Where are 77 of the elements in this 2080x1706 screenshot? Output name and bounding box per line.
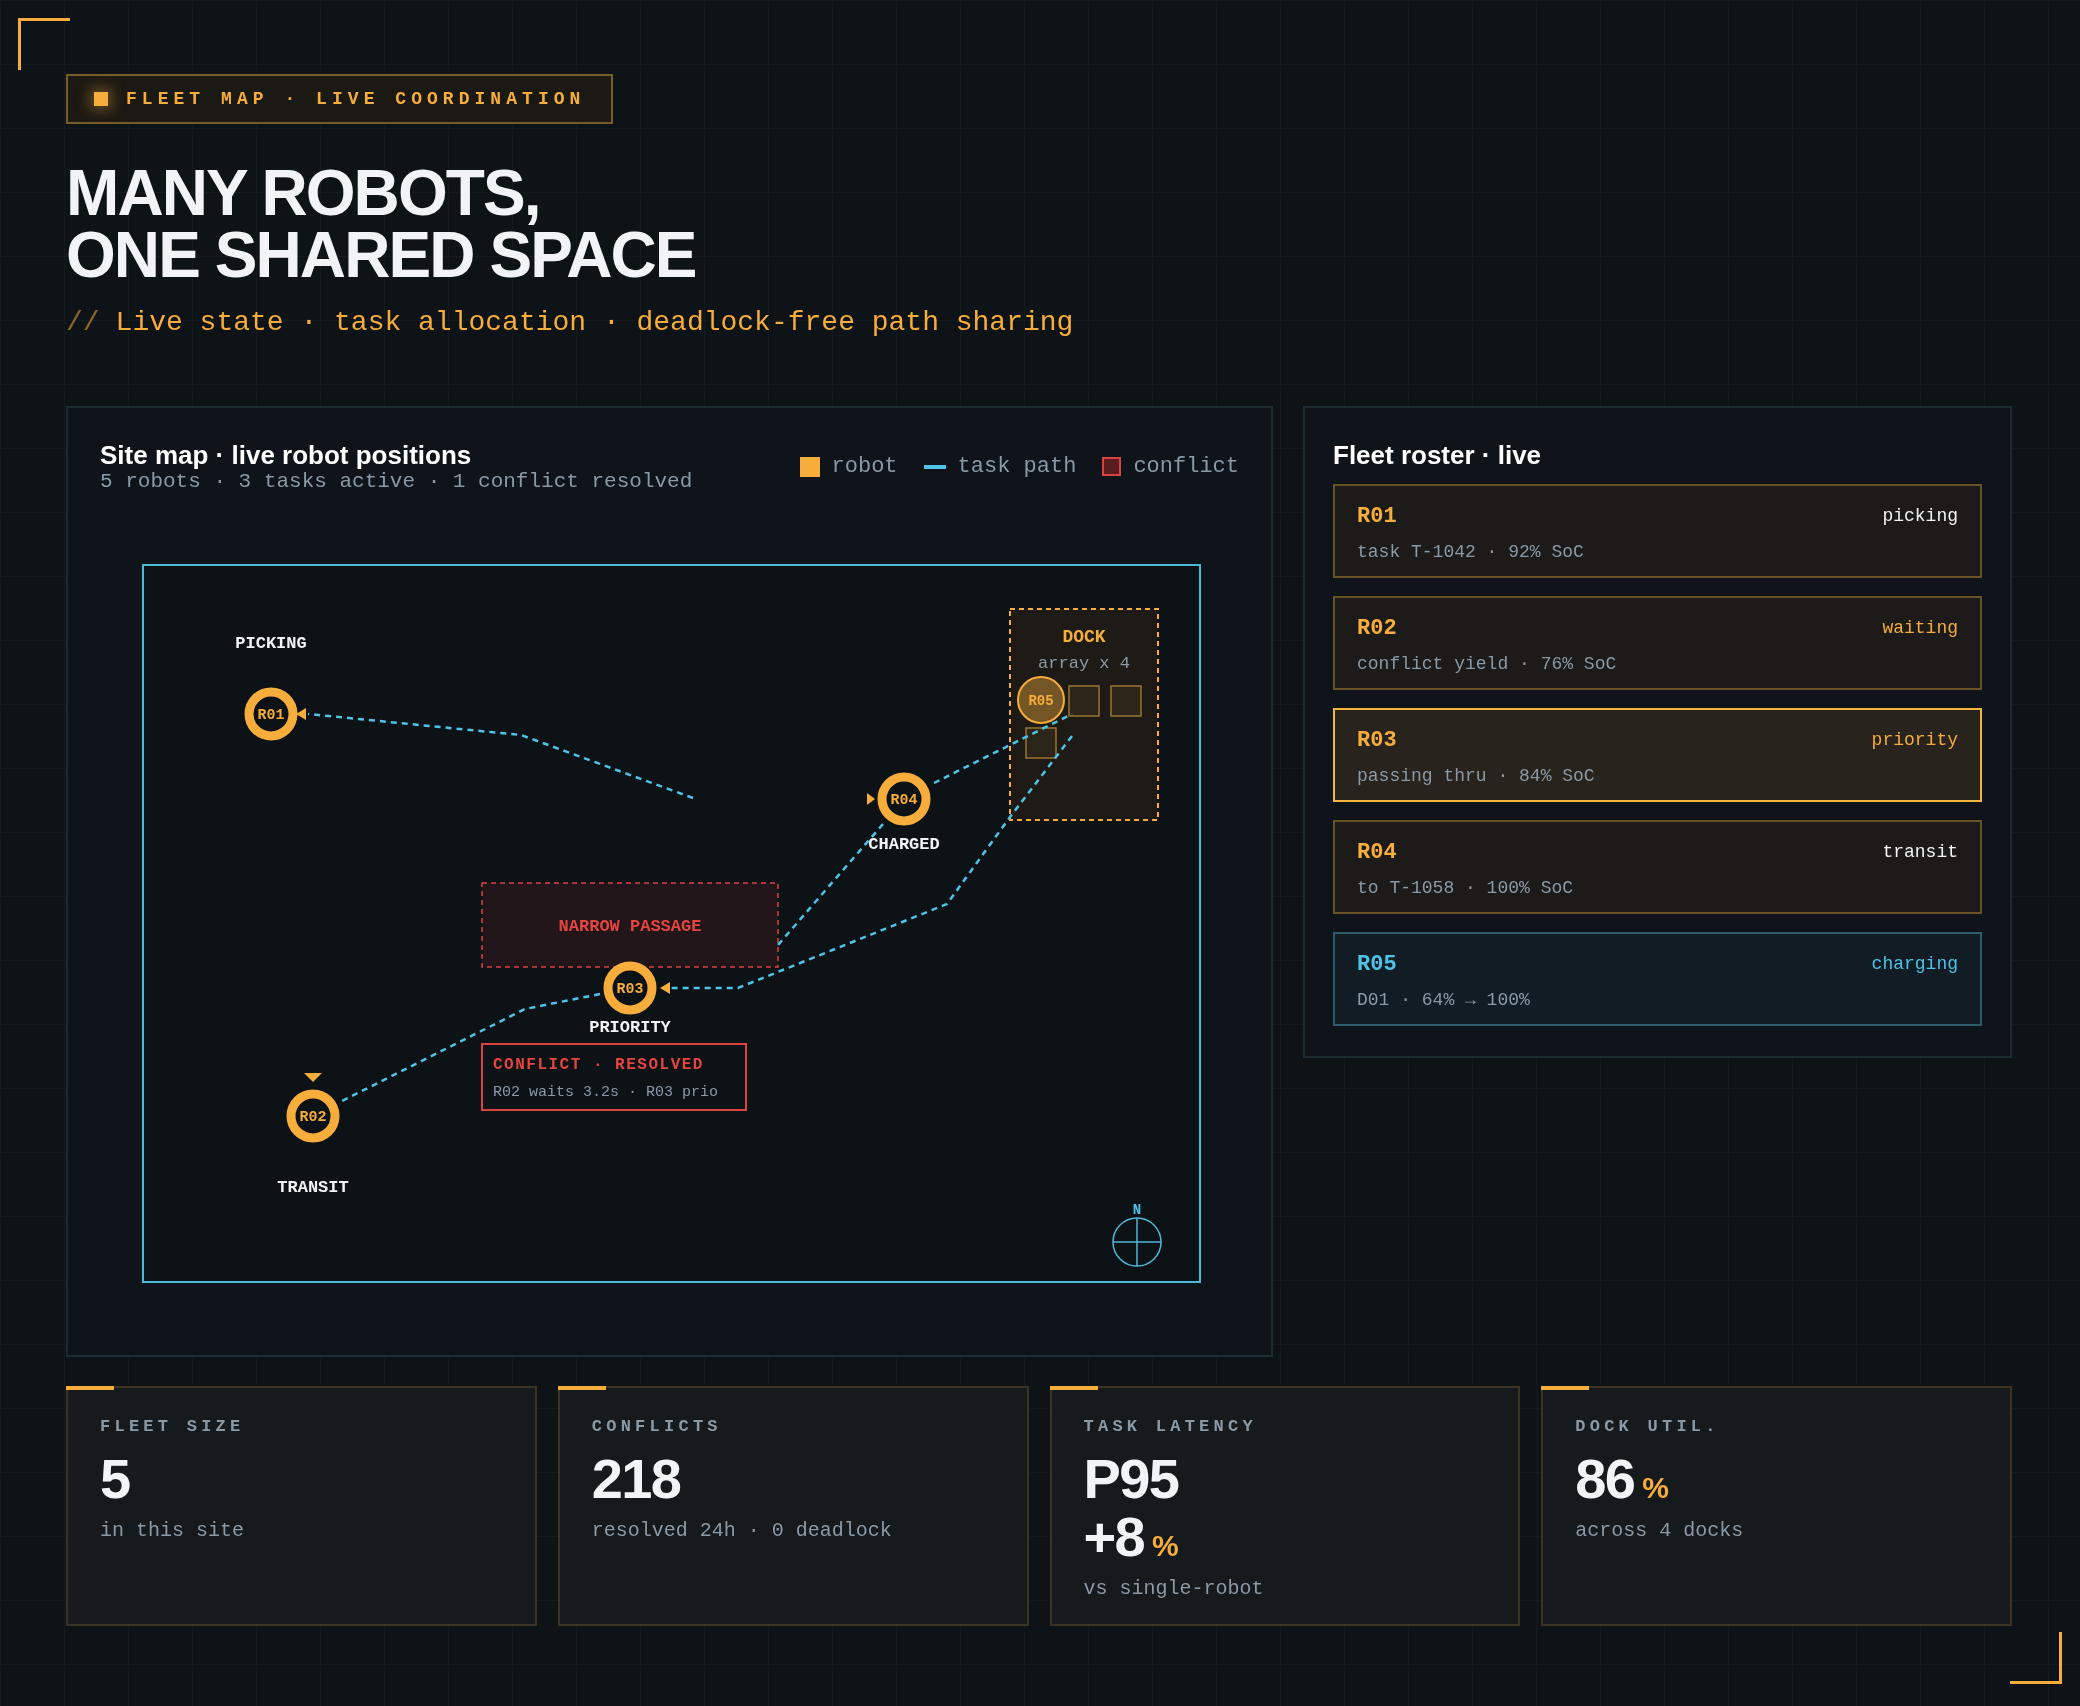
stat-value: +8 [1083, 1507, 1144, 1566]
zone-label: NARROW PASSAGE [558, 917, 702, 936]
compass-icon [1112, 1217, 1162, 1267]
robot-detail: conflict yield · 76% SoC [1357, 653, 1618, 676]
roster-card[interactable]: R04 transit to T-1058 · 100% SoC [1333, 820, 1982, 914]
dock-caption: array x 4 [1038, 654, 1130, 673]
accent-bar [1049, 1386, 1098, 1390]
robot-label: PICKING [235, 634, 307, 653]
robot-marker: R01 [244, 687, 298, 741]
panel-title: Fleet roster · live [1333, 439, 1543, 472]
comment-prefix: // [66, 306, 100, 340]
robot-label: PRIORITY [589, 1018, 671, 1037]
legend-label: conflict [1133, 453, 1239, 481]
stat-caption: resolved 24h · 0 deadlock [591, 1517, 893, 1544]
stat-unit: % [1642, 1469, 1669, 1506]
stat-caption: in this site [100, 1517, 246, 1544]
roster-card[interactable]: R02 waiting conflict yield · 76% SoC [1333, 596, 1982, 690]
stat-value: 218 [591, 1449, 681, 1508]
robot-id: R01 [1357, 503, 1397, 531]
accent-bar [557, 1386, 606, 1390]
stat-caption: across 4 docks [1575, 1517, 1745, 1544]
dock-slot [1025, 727, 1057, 759]
page-subtitle: Live state · task allocation · deadlock-free path sharing [115, 306, 1074, 340]
stat-caption: vs single-robot [1083, 1575, 1265, 1602]
robot-label: CHARGED [868, 835, 940, 854]
heading-arrow-icon [867, 793, 875, 805]
panel-subtitle: 5 robots · 3 tasks active · 1 conflict resolved [100, 470, 693, 494]
compass-label: N [1132, 1202, 1142, 1218]
conflict-detail: R02 waits 3.2s · R03 prio [493, 1084, 719, 1101]
stat-label: TASK LATENCY [1083, 1416, 1258, 1438]
conflict-title: CONFLICT · RESOLVED [493, 1056, 704, 1074]
corner-bracket [18, 18, 70, 70]
stat-value: P95 [1083, 1449, 1179, 1508]
robot-label: TRANSIT [277, 1178, 349, 1197]
robot-marker: R05 [1017, 676, 1065, 724]
robot-id: R03 [1357, 727, 1397, 755]
stat-label: DOCK UTIL. [1575, 1416, 1721, 1438]
robot-detail: task T-1042 · 92% SoC [1357, 541, 1585, 564]
page-title: MANY ROBOTS, [66, 162, 541, 224]
robot-detail: D01 · 64% → 100% [1357, 989, 1531, 1012]
robot-detail: passing thru · 84% SoC [1357, 765, 1596, 788]
stat-value: 86 [1575, 1449, 1635, 1508]
robot-marker: R04 [877, 772, 931, 826]
accent-bar [66, 1386, 114, 1390]
robot-id: R02 [1357, 615, 1397, 643]
robot-detail: to T-1058 · 100% SoC [1357, 877, 1575, 900]
roster-card[interactable]: R01 picking task T-1042 · 92% SoC [1333, 484, 1982, 578]
dock-slot [1068, 685, 1100, 717]
stat-unit: % [1152, 1527, 1179, 1564]
robot-status: waiting [1882, 617, 1958, 640]
conflict-swatch-icon [1102, 457, 1122, 476]
robot-id: R05 [1357, 951, 1397, 979]
robot-status: transit [1882, 841, 1958, 864]
badge-label: FLEET MAP · LIVE COORDINATION [126, 87, 586, 111]
robot-status: charging [1871, 953, 1958, 976]
panel-title: Site map · live robot positions [100, 440, 473, 470]
path-swatch-icon [923, 464, 946, 469]
robot-marker: R03 [603, 961, 657, 1015]
robot-status: picking [1882, 505, 1958, 528]
dock-slot [1110, 685, 1142, 717]
stat-label: FLEET SIZE [100, 1416, 246, 1438]
legend-label: task path [957, 453, 1077, 481]
stat-label: CONFLICTS [591, 1416, 723, 1438]
roster-card[interactable]: R05 charging D01 · 64% → 100% [1333, 932, 1982, 1026]
legend-label: robot [831, 453, 898, 481]
robot-id: R04 [1357, 839, 1397, 867]
status-square-icon [94, 92, 108, 106]
robot-swatch-icon [799, 456, 820, 477]
page-title: ONE SHARED SPACE [66, 224, 697, 286]
stat-value: 5 [100, 1449, 130, 1508]
accent-bar [1541, 1386, 1590, 1390]
dock-title: DOCK [1062, 627, 1106, 647]
corner-bracket [2010, 1632, 2062, 1684]
robot-status: priority [1871, 729, 1958, 752]
roster-card[interactable]: R03 priority passing thru · 84% SoC [1333, 708, 1982, 802]
heading-arrow-icon [304, 1073, 322, 1082]
robot-marker: R02 [286, 1089, 340, 1143]
